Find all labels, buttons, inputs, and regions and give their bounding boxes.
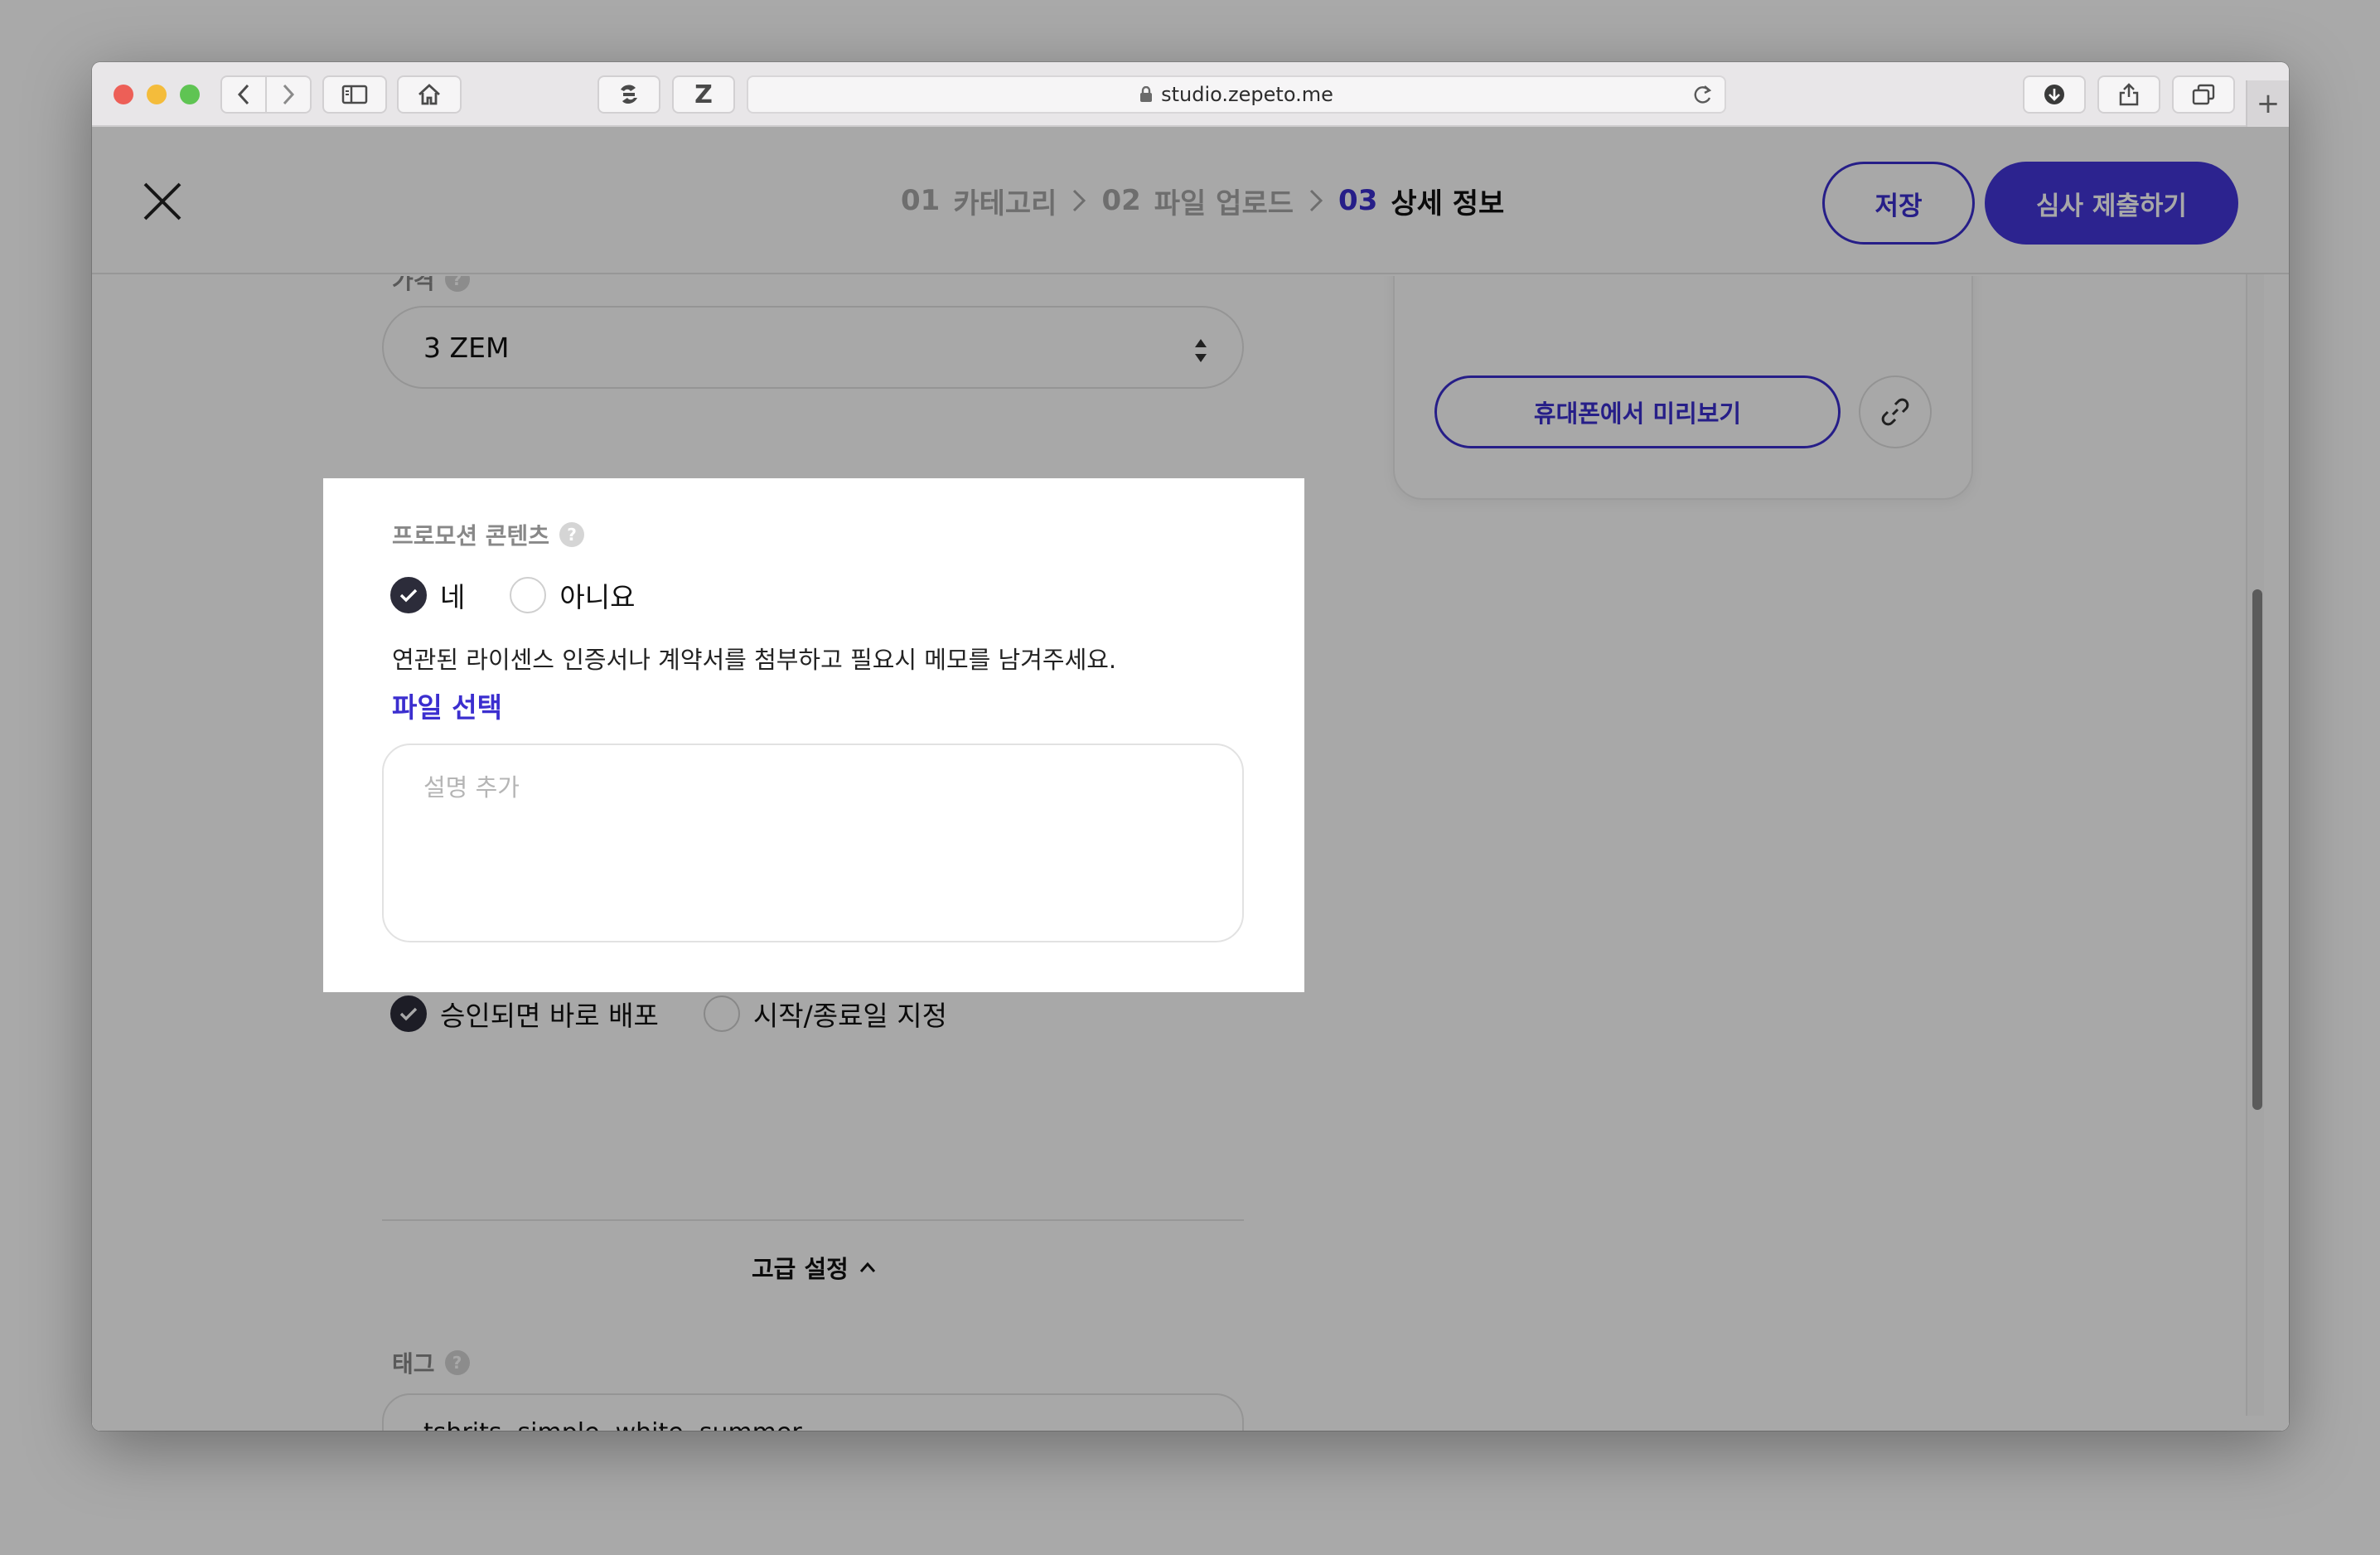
step-3-label: 상세 정보 [1391, 187, 1505, 220]
tags-value: , simple, white, summer [501, 1418, 801, 1431]
promotion-option-yes-label: 네 [440, 581, 466, 613]
share-icon [2119, 83, 2139, 106]
advanced-settings-toggle[interactable]: 고급 설정 [752, 1250, 877, 1285]
schedule-radio-group: 승인되면 바로 배포 시작/종료일 지정 [390, 994, 992, 1034]
step-1-label: 카테고리 [953, 187, 1057, 220]
schedule-option-immediate-label: 승인되면 바로 배포 [440, 1000, 659, 1032]
home-button[interactable] [397, 75, 462, 114]
price-label: 가격 ? [392, 276, 470, 296]
extension-logo-icon [621, 85, 637, 104]
web-page: 01 카테고리 02 파일 업로드 03 상세 정보 저장 심사 제출하기 가격… [92, 127, 2289, 1431]
extension-button[interactable] [597, 75, 660, 114]
step-breadcrumb: 01 카테고리 02 파일 업로드 03 상세 정보 [901, 180, 1504, 221]
tabs-overview-button[interactable] [2172, 75, 2235, 114]
step-3-number: 03 [1338, 184, 1378, 217]
page-header: 01 카테고리 02 파일 업로드 03 상세 정보 저장 심사 제출하기 [92, 127, 2289, 274]
z-extension-button[interactable]: Z [672, 75, 735, 114]
download-icon [2044, 85, 2064, 104]
sidebar-toggle-button[interactable] [322, 75, 387, 114]
help-icon[interactable]: ? [559, 522, 585, 547]
promotion-label: 프로모션 콘텐츠 ? [392, 518, 585, 551]
close-window-button[interactable] [114, 85, 133, 104]
minimize-window-button[interactable] [147, 85, 167, 104]
save-button[interactable]: 저장 [1822, 162, 1975, 245]
radio-unchecked-icon[interactable] [510, 577, 547, 613]
chevron-left-icon [237, 84, 249, 105]
advanced-settings-label: 고급 설정 [752, 1255, 849, 1283]
sidebar-icon [341, 85, 368, 104]
chevron-up-icon [859, 1262, 875, 1272]
chevron-right-icon [1071, 188, 1086, 213]
address-bar[interactable]: studio.zepeto.me [747, 75, 1726, 114]
tags-misspelled-word: tshrits [423, 1418, 501, 1431]
step-2-label: 파일 업로드 [1154, 187, 1294, 220]
chevron-right-icon [283, 84, 295, 105]
promotion-option-no-label: 아니요 [559, 581, 636, 613]
promotion-label-text: 프로모션 콘텐츠 [392, 522, 550, 550]
link-icon [1881, 398, 1909, 426]
forward-button[interactable] [265, 75, 312, 114]
lock-icon [1140, 86, 1153, 102]
submit-review-button[interactable]: 심사 제출하기 [1985, 162, 2238, 245]
phone-preview-button[interactable]: 휴대폰에서 미리보기 [1434, 375, 1841, 448]
promotion-option-yes[interactable]: 네 [390, 575, 465, 615]
promotion-radio-group: 네 아니요 [390, 575, 680, 615]
chevron-right-icon [1309, 188, 1323, 213]
radio-checked-icon[interactable] [390, 995, 427, 1032]
promotion-option-no[interactable]: 아니요 [510, 575, 635, 615]
memo-textarea[interactable]: 설명 추가 [382, 744, 1244, 942]
memo-placeholder: 설명 추가 [423, 773, 520, 802]
schedule-option-date-range[interactable]: 시작/종료일 지정 [703, 994, 948, 1034]
radio-checked-icon[interactable] [390, 577, 427, 613]
file-select-link[interactable]: 파일 선택 [392, 685, 502, 725]
browser-window: Z studio.zepeto.me + 01 카테고리 02 파일 업로드 0… [92, 62, 2289, 1431]
promotion-section: 프로모션 콘텐츠 ? 네 아니요 연관된 라이센스 인증서나 계약서를 첨부하고… [323, 478, 1304, 992]
price-label-text: 가격 [392, 276, 435, 294]
home-icon [418, 84, 440, 105]
tabs-icon [2192, 84, 2215, 105]
browser-toolbar: Z studio.zepeto.me + [92, 62, 2289, 127]
help-icon[interactable]: ? [444, 276, 470, 292]
tags-input[interactable]: tshrits, simple, white, summer [382, 1393, 1244, 1431]
reload-icon[interactable] [1691, 84, 1713, 107]
close-icon[interactable] [142, 181, 183, 222]
radio-unchecked-icon[interactable] [703, 995, 740, 1032]
zoom-window-button[interactable] [180, 85, 200, 104]
help-icon[interactable]: ? [444, 1350, 470, 1375]
step-2-number: 02 [1101, 184, 1141, 217]
downloads-button[interactable] [2023, 75, 2086, 114]
promotion-description: 연관된 라이센스 인증서나 계약서를 첨부하고 필요시 메모를 남겨주세요. [392, 646, 1117, 674]
price-select[interactable]: 3 ZEM [382, 306, 1244, 389]
schedule-option-immediate[interactable]: 승인되면 바로 배포 [390, 994, 659, 1034]
tags-label-text: 태그 [392, 1350, 435, 1378]
step-1-number: 01 [901, 184, 941, 217]
scrollbar-thumb[interactable] [2252, 589, 2262, 1110]
url-text: studio.zepeto.me [1161, 83, 1333, 106]
scrollbar[interactable] [2246, 274, 2264, 1416]
tags-label: 태그 ? [392, 1346, 470, 1379]
schedule-option-date-range-label: 시작/종료일 지정 [752, 1000, 948, 1032]
divider [382, 1219, 1244, 1221]
copy-link-button[interactable] [1859, 375, 1932, 448]
new-tab-button[interactable]: + [2246, 80, 2289, 127]
share-button[interactable] [2097, 75, 2160, 114]
price-value: 3 ZEM [423, 331, 510, 364]
select-arrows-icon [1195, 339, 1207, 362]
back-button[interactable] [220, 75, 267, 114]
